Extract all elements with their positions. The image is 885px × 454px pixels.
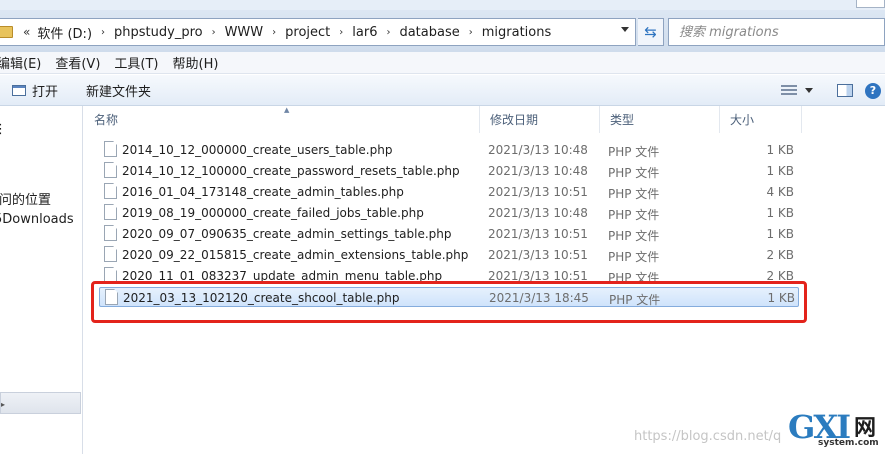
- file-row[interactable]: 2014_10_12_100000_create_password_resets…: [99, 161, 799, 181]
- open-icon: [12, 84, 26, 96]
- file-row[interactable]: 2016_01_04_173148_create_admin_tables.ph…: [99, 182, 799, 202]
- php-file-icon: [104, 246, 117, 262]
- search-box[interactable]: [668, 18, 885, 46]
- file-row[interactable]: 2014_10_12_000000_create_users_table.php…: [99, 140, 799, 160]
- php-file-icon: [104, 183, 117, 199]
- column-header-type[interactable]: 类型: [600, 106, 720, 133]
- help-icon[interactable]: ?: [865, 82, 881, 99]
- breadcrumb-item[interactable]: WWW: [225, 25, 264, 40]
- address-bar[interactable]: « 软件 (D:) › phpstudy_pro › WWW › project…: [0, 18, 636, 46]
- breadcrumb-separator-icon[interactable]: ›: [272, 27, 276, 38]
- file-row[interactable]: 2019_08_19_000000_create_failed_jobs_tab…: [99, 203, 799, 223]
- file-modified: 2021/3/13 10:51: [488, 248, 588, 262]
- file-name: 2019_08_19_000000_create_failed_jobs_tab…: [122, 206, 424, 220]
- file-type: PHP 文件: [608, 187, 660, 201]
- search-input[interactable]: [679, 24, 879, 40]
- column-header-size[interactable]: 大小: [720, 106, 802, 133]
- file-size: 1 KB: [766, 227, 794, 241]
- view-details-icon[interactable]: [781, 84, 797, 97]
- file-modified: 2021/3/13 10:48: [488, 206, 588, 220]
- file-modified: 2021/3/13 10:48: [488, 143, 588, 157]
- column-header-row: ▲ 名称 修改日期 类型 大小: [84, 106, 885, 133]
- column-header-type-label: 类型: [610, 113, 635, 127]
- column-header-modified[interactable]: 修改日期: [480, 106, 600, 133]
- breadcrumb-item[interactable]: 软件 (D:): [37, 23, 92, 42]
- address-bar-row: « 软件 (D:) › phpstudy_pro › WWW › project…: [0, 0, 885, 52]
- breadcrumb-separator-icon[interactable]: ›: [386, 27, 390, 38]
- new-folder-label: 新建文件夹: [86, 84, 152, 100]
- site-logo: GXI 网 system.com: [786, 408, 885, 454]
- file-row[interactable]: 2020_09_07_090635_create_admin_settings_…: [99, 224, 799, 244]
- file-type: PHP 文件: [608, 250, 660, 264]
- file-size: 1 KB: [766, 143, 794, 157]
- refresh-icon: ⇆: [644, 23, 657, 41]
- refresh-button[interactable]: ⇆: [638, 18, 664, 46]
- file-type: PHP 文件: [608, 229, 660, 243]
- file-name: 2016_01_04_173148_create_admin_tables.ph…: [122, 185, 404, 199]
- folder-icon: [0, 26, 13, 38]
- nav-item-partial-icon: ⋮: [0, 122, 7, 137]
- file-name: 2020_09_07_090635_create_admin_settings_…: [122, 227, 452, 241]
- breadcrumb-separator-icon[interactable]: ›: [101, 27, 105, 38]
- open-label: 打开: [32, 84, 59, 100]
- navigation-pane: ⋮ 访问的位置 5Downloads ▸: [0, 106, 83, 454]
- file-modified: 2021/3/13 10:48: [488, 164, 588, 178]
- file-name: 2020_09_22_015815_create_admin_extension…: [122, 248, 469, 262]
- window-top-edge: [0, 0, 885, 10]
- column-header-name-label: 名称: [94, 113, 119, 127]
- window-close-control[interactable]: [856, 0, 885, 8]
- file-type: PHP 文件: [608, 145, 660, 159]
- nav-item-recent-places[interactable]: 访问的位置: [0, 189, 51, 208]
- breadcrumb-item[interactable]: database: [399, 25, 459, 40]
- expand-arrow-icon[interactable]: ▸: [1, 400, 5, 409]
- address-history-dropdown-icon[interactable]: [621, 27, 629, 32]
- highlight-annotation-box: [91, 281, 807, 323]
- breadcrumb-separator-icon[interactable]: ›: [339, 27, 343, 38]
- command-toolbar: 打开 新建文件夹 ?: [0, 75, 885, 106]
- new-folder-button[interactable]: 新建文件夹: [76, 78, 161, 102]
- file-type: PHP 文件: [608, 166, 660, 180]
- breadcrumb-item[interactable]: phpstudy_pro: [114, 25, 203, 40]
- php-file-icon: [104, 225, 117, 241]
- menu-edit[interactable]: 编辑(E): [0, 53, 49, 72]
- breadcrumb: « 软件 (D:) › phpstudy_pro › WWW › project…: [19, 23, 551, 42]
- menu-help[interactable]: 帮助(H): [173, 53, 227, 72]
- file-size: 1 KB: [766, 206, 794, 220]
- column-header-size-label: 大小: [730, 113, 755, 127]
- breadcrumb-separator-icon[interactable]: ›: [469, 27, 473, 38]
- menu-view[interactable]: 查看(V): [55, 53, 108, 72]
- file-type: PHP 文件: [608, 208, 660, 222]
- view-options-dropdown-icon[interactable]: [805, 88, 813, 93]
- php-file-icon: [104, 141, 117, 157]
- watermark-url: https://blog.csdn.net/q: [634, 429, 782, 444]
- breadcrumb-item[interactable]: lar6: [352, 25, 377, 40]
- file-size: 1 KB: [766, 164, 794, 178]
- logo-site: system.com: [818, 438, 879, 448]
- file-modified: 2021/3/13 10:51: [488, 227, 588, 241]
- column-header-name[interactable]: 名称: [84, 106, 480, 133]
- php-file-icon: [104, 204, 117, 220]
- column-header-modified-label: 修改日期: [490, 113, 539, 127]
- open-button[interactable]: 打开: [0, 78, 68, 102]
- preview-pane-icon[interactable]: [837, 84, 853, 97]
- breadcrumb-item-current[interactable]: migrations: [482, 25, 552, 40]
- file-size: 4 KB: [766, 185, 794, 199]
- breadcrumb-separator-icon[interactable]: ›: [212, 27, 216, 38]
- toolbar-right: ?: [781, 75, 885, 106]
- file-name: 2014_10_12_100000_create_password_resets…: [122, 164, 460, 178]
- menu-bar: 编辑(E) 查看(V) 工具(T) 帮助(H): [0, 52, 885, 74]
- breadcrumb-item[interactable]: project: [285, 25, 330, 40]
- breadcrumb-overflow-icon[interactable]: «: [23, 25, 30, 39]
- php-file-icon: [104, 162, 117, 178]
- file-size: 2 KB: [766, 248, 794, 262]
- menu-tools[interactable]: 工具(T): [114, 53, 166, 72]
- file-name: 2014_10_12_000000_create_users_table.php: [122, 143, 393, 157]
- file-modified: 2021/3/13 10:51: [488, 185, 588, 199]
- nav-item-selected[interactable]: ▸: [0, 392, 81, 414]
- nav-item-downloads[interactable]: 5Downloads: [0, 212, 74, 227]
- file-row[interactable]: 2020_09_22_015815_create_admin_extension…: [99, 245, 799, 265]
